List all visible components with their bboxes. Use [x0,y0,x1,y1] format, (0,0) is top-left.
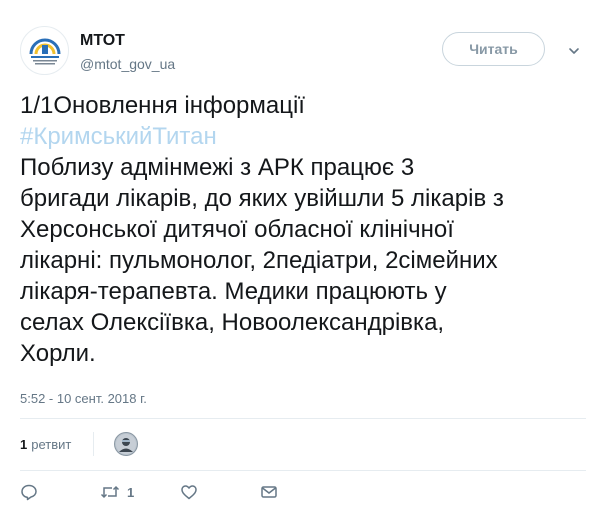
divider [20,470,586,471]
tweet-text: 1/1Оновлення інформації #КримськийТитан … [20,90,586,369]
stat-separator [93,432,95,456]
tweet-line: Хорли. [20,340,96,367]
heart-icon [180,483,198,501]
tweet-actions: 1 [20,478,340,506]
tweet-line: селах Олексіївка, Новоолександрівка, [20,309,445,336]
retweet-action-count: 1 [127,484,135,500]
tweet-timestamp[interactable]: 5:52 - 10 сент. 2018 г. [20,391,147,406]
like-button[interactable] [180,483,260,501]
reply-icon [20,483,38,501]
tweet-line: лікарні: пульмонолог, 2педіатри, 2сімейн… [20,247,498,274]
retweet-icon [100,483,120,501]
divider [20,418,586,419]
retweeter-avatar[interactable] [114,432,139,456]
retweet-stat-count: 1 [20,436,28,452]
follow-button[interactable]: Читать [442,32,545,66]
tweet-line: бригади лікарів, до яких увійшли 5 лікар… [20,185,504,212]
tweet-line: 1/1Оновлення інформації [20,92,305,119]
direct-message-button[interactable] [260,483,340,501]
author-handle[interactable]: @mtot_gov_ua [80,55,175,73]
tweet-header: МТОТ @mtot_gov_ua Читать [20,26,586,76]
chevron-down-icon[interactable] [567,44,581,58]
author-names: МТОТ @mtot_gov_ua [80,31,175,73]
ministry-logo-icon[interactable] [20,26,69,75]
retweet-stat-label: ретвит [31,436,72,452]
envelope-icon [260,483,278,501]
retweet-stat[interactable]: 1 ретвит [20,437,71,452]
reply-button[interactable] [20,483,100,501]
tweet-stats: 1 ретвит [20,428,139,460]
retweet-button[interactable]: 1 [100,483,180,501]
tweet-line: Херсонської дитячої обласної клінічної [20,216,454,243]
tweet-line: лікаря-терапевта. Медики працюють у [20,278,447,305]
hashtag-link[interactable]: #КримськийТитан [20,121,586,152]
tweet-line: Поблизу адмінмежі з АРК працює 3 [20,154,415,181]
author-display-name[interactable]: МТОТ [80,31,175,51]
